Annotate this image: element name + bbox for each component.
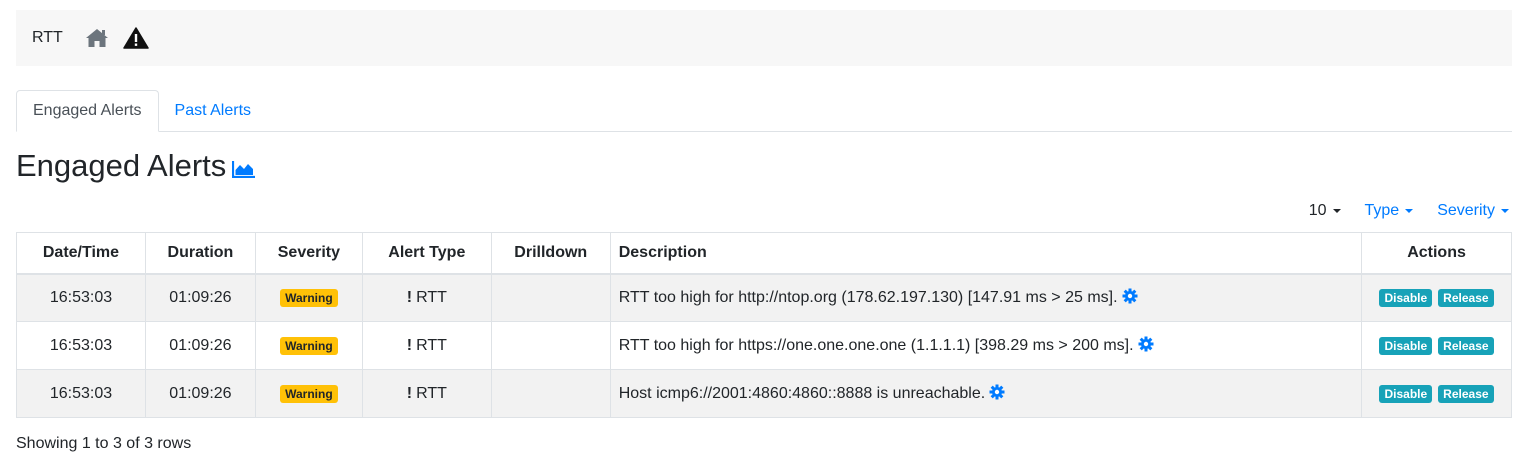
description-text: Host icmp6://2001:4860:4860::8888 is unr… [618,385,986,402]
disable-button[interactable]: Disable [1379,288,1433,307]
column-header-drilldown[interactable]: Drilldown [490,232,611,275]
cell-description: RTT too high for https://one.one.one.one… [609,321,1363,370]
exclamation-icon: ! [406,336,413,354]
cell-drilldown [490,369,611,418]
chevron-down-icon [1332,209,1341,213]
cell-actions: Disable Release [1361,369,1512,418]
alert-type-label: RTT [416,336,447,354]
cell-alert-type: ! RTT [361,369,492,418]
column-header-severity[interactable]: Severity [254,232,363,275]
type-filter-dropdown[interactable]: Type [1365,202,1414,220]
cell-severity: Warning [254,321,363,370]
cell-severity: Warning [254,273,363,322]
cell-severity: Warning [254,369,363,418]
exclamation-icon: ! [406,384,413,402]
tab-engaged-alerts[interactable]: Engaged Alerts [16,90,159,132]
severity-badge: Warning [280,384,338,403]
alert-type-label: RTT [416,288,447,306]
cell-duration: 01:09:26 [144,321,256,370]
page-size-value: 10 [1308,202,1327,219]
tab-past-alerts[interactable]: Past Alerts [159,90,267,132]
cell-description: Host icmp6://2001:4860:4860::8888 is unr… [609,369,1363,418]
disable-button[interactable]: Disable [1379,336,1433,355]
breadcrumb: RTT [16,10,1512,66]
release-button[interactable]: Release [1438,384,1494,403]
disable-button[interactable]: Disable [1379,384,1433,403]
alert-tabs: Engaged Alerts Past Alerts [16,90,1512,132]
cell-alert-type: ! RTT [361,321,492,370]
alerts-table: Date/Time Duration Severity Alert Type D… [16,232,1512,418]
cell-alert-type: ! RTT [361,273,492,322]
release-button[interactable]: Release [1438,336,1494,355]
chevron-down-icon [1501,209,1509,213]
description-text: RTT too high for http://ntop.org (178.62… [618,289,1118,307]
type-filter-label: Type [1364,202,1400,219]
cell-drilldown [490,273,611,322]
column-header-actions: Actions [1361,232,1512,275]
pagination-info: Showing 1 to 3 of 3 rows [16,435,192,452]
exclamation-icon: ! [406,288,413,306]
cell-drilldown [490,321,611,370]
cell-description: RTT too high for http://ntop.org (178.62… [609,273,1363,322]
severity-badge: Warning [280,288,338,307]
table-row: 16:53:03 01:09:26 Warning ! RTT Host icmp… [16,369,1512,418]
warning-triangle-icon[interactable] [123,27,149,49]
column-header-datetime[interactable]: Date/Time [16,232,146,275]
cell-datetime: 16:53:03 [16,273,146,322]
table-row: 16:53:03 01:09:26 Warning ! RTT RTT too h… [16,273,1512,322]
home-icon[interactable] [85,28,109,48]
table-header-row: Date/Time Duration Severity Alert Type D… [16,232,1512,275]
cell-duration: 01:09:26 [144,273,256,322]
description-text: RTT too high for https://one.one.one.one… [618,337,1134,354]
alert-type-label: RTT [416,384,447,402]
cell-datetime: 16:53:03 [16,369,146,418]
release-button[interactable]: Release [1438,288,1494,307]
gear-icon[interactable] [1122,288,1138,304]
chevron-down-icon [1405,209,1414,213]
cell-actions: Disable Release [1361,273,1512,322]
page-title: Engaged Alerts [16,148,227,183]
column-header-description[interactable]: Description [609,232,1363,275]
gear-icon[interactable] [1138,336,1154,352]
cell-actions: Disable Release [1361,321,1512,370]
page-size-dropdown[interactable]: 10 [1309,202,1341,220]
severity-badge: Warning [280,336,338,355]
table-controls: 10 Type Severity [1285,202,1509,220]
area-chart-icon[interactable] [232,160,256,178]
column-header-duration[interactable]: Duration [144,232,256,275]
cell-duration: 01:09:26 [144,369,256,418]
severity-filter-label: Severity [1437,202,1495,219]
table-row: 16:53:03 01:09:26 Warning ! RTT RTT too h… [16,321,1512,370]
cell-datetime: 16:53:03 [16,321,146,370]
severity-filter-dropdown[interactable]: Severity [1437,202,1509,220]
gear-icon[interactable] [989,384,1005,400]
breadcrumb-title: RTT [32,29,63,46]
page-heading: Engaged Alerts [16,148,256,184]
column-header-alert-type[interactable]: Alert Type [361,232,492,275]
